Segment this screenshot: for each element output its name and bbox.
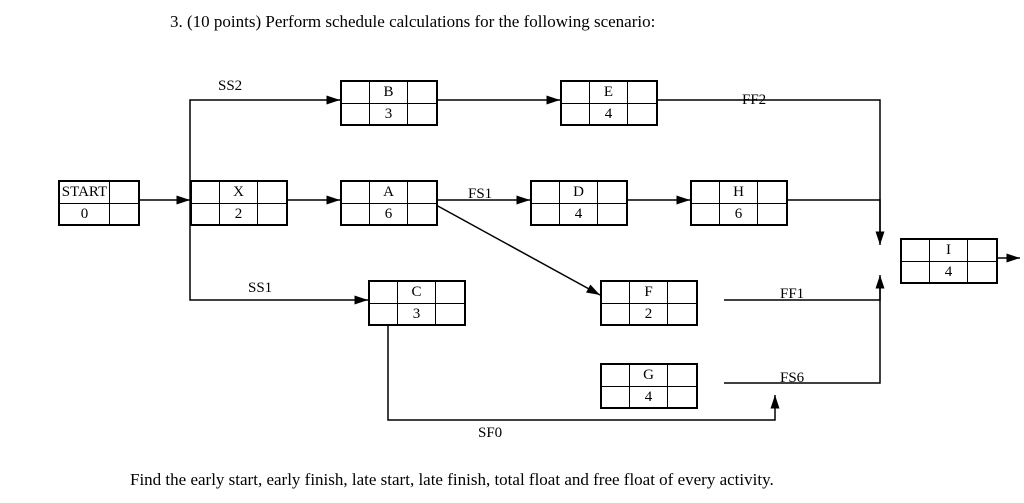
node-f: F 2 xyxy=(600,280,698,326)
ef-cell xyxy=(436,282,464,303)
ef-cell xyxy=(598,182,626,203)
label-ff2: FF2 xyxy=(742,92,766,109)
ls-cell xyxy=(342,104,370,124)
ef-cell xyxy=(628,82,656,103)
lf-cell xyxy=(758,204,786,224)
node-a: A 6 xyxy=(340,180,438,226)
label-fs6: FS6 xyxy=(780,370,804,387)
lf-cell xyxy=(408,104,436,124)
es-cell xyxy=(902,240,930,261)
node-g: G 4 xyxy=(600,363,698,409)
node-name: I xyxy=(930,240,968,261)
es-cell xyxy=(192,182,220,203)
dur-cell: 2 xyxy=(220,204,258,224)
ls-cell xyxy=(192,204,220,224)
ls-cell xyxy=(902,262,930,282)
node-name: START xyxy=(60,182,110,203)
lf-cell xyxy=(258,204,286,224)
node-b: B 3 xyxy=(340,80,438,126)
question-text: 3. (10 points) Perform schedule calculat… xyxy=(170,12,655,32)
label-ff1: FF1 xyxy=(780,286,804,303)
node-name: G xyxy=(630,365,668,386)
node-name: C xyxy=(398,282,436,303)
dur-cell: 4 xyxy=(630,387,668,407)
lf-cell xyxy=(628,104,656,124)
es-cell xyxy=(562,82,590,103)
es-cell xyxy=(692,182,720,203)
node-name: A xyxy=(370,182,408,203)
ef-cell xyxy=(758,182,786,203)
node-name: E xyxy=(590,82,628,103)
label-ss2: SS2 xyxy=(218,78,242,95)
es-cell xyxy=(602,282,630,303)
lf-cell xyxy=(968,262,996,282)
dur-cell: 4 xyxy=(560,204,598,224)
node-h: H 6 xyxy=(690,180,788,226)
ef-cell xyxy=(110,182,138,203)
label-sf0: SF0 xyxy=(478,425,502,442)
lf-cell xyxy=(668,387,696,407)
dur-cell: 2 xyxy=(630,304,668,324)
ef-cell xyxy=(408,82,436,103)
ls-cell xyxy=(562,104,590,124)
es-cell xyxy=(342,82,370,103)
label-ss1: SS1 xyxy=(248,280,272,297)
network-arrows xyxy=(0,0,1024,503)
dur-cell: 0 xyxy=(60,204,110,224)
lf-cell xyxy=(408,204,436,224)
dur-cell: 4 xyxy=(590,104,628,124)
node-name: X xyxy=(220,182,258,203)
es-cell xyxy=(602,365,630,386)
ls-cell xyxy=(602,304,630,324)
node-e: E 4 xyxy=(560,80,658,126)
footer-text: Find the early start, early finish, late… xyxy=(130,470,774,490)
node-x: X 2 xyxy=(190,180,288,226)
es-cell xyxy=(342,182,370,203)
node-i: I 4 xyxy=(900,238,998,284)
ls-cell xyxy=(532,204,560,224)
node-name: F xyxy=(630,282,668,303)
ef-cell xyxy=(258,182,286,203)
dur-cell: 3 xyxy=(398,304,436,324)
node-d: D 4 xyxy=(530,180,628,226)
node-name: B xyxy=(370,82,408,103)
dur-cell: 4 xyxy=(930,262,968,282)
node-c: C 3 xyxy=(368,280,466,326)
dur-cell: 6 xyxy=(720,204,758,224)
lf-cell xyxy=(110,204,138,224)
ef-cell xyxy=(408,182,436,203)
ef-cell xyxy=(668,282,696,303)
ls-cell xyxy=(370,304,398,324)
ls-cell xyxy=(342,204,370,224)
ef-cell xyxy=(968,240,996,261)
dur-cell: 3 xyxy=(370,104,408,124)
es-cell xyxy=(370,282,398,303)
ls-cell xyxy=(692,204,720,224)
node-name: H xyxy=(720,182,758,203)
lf-cell xyxy=(598,204,626,224)
lf-cell xyxy=(668,304,696,324)
label-fs1: FS1 xyxy=(468,186,492,203)
node-start: START 0 xyxy=(58,180,140,226)
lf-cell xyxy=(436,304,464,324)
dur-cell: 6 xyxy=(370,204,408,224)
node-name: D xyxy=(560,182,598,203)
ef-cell xyxy=(668,365,696,386)
es-cell xyxy=(532,182,560,203)
ls-cell xyxy=(602,387,630,407)
